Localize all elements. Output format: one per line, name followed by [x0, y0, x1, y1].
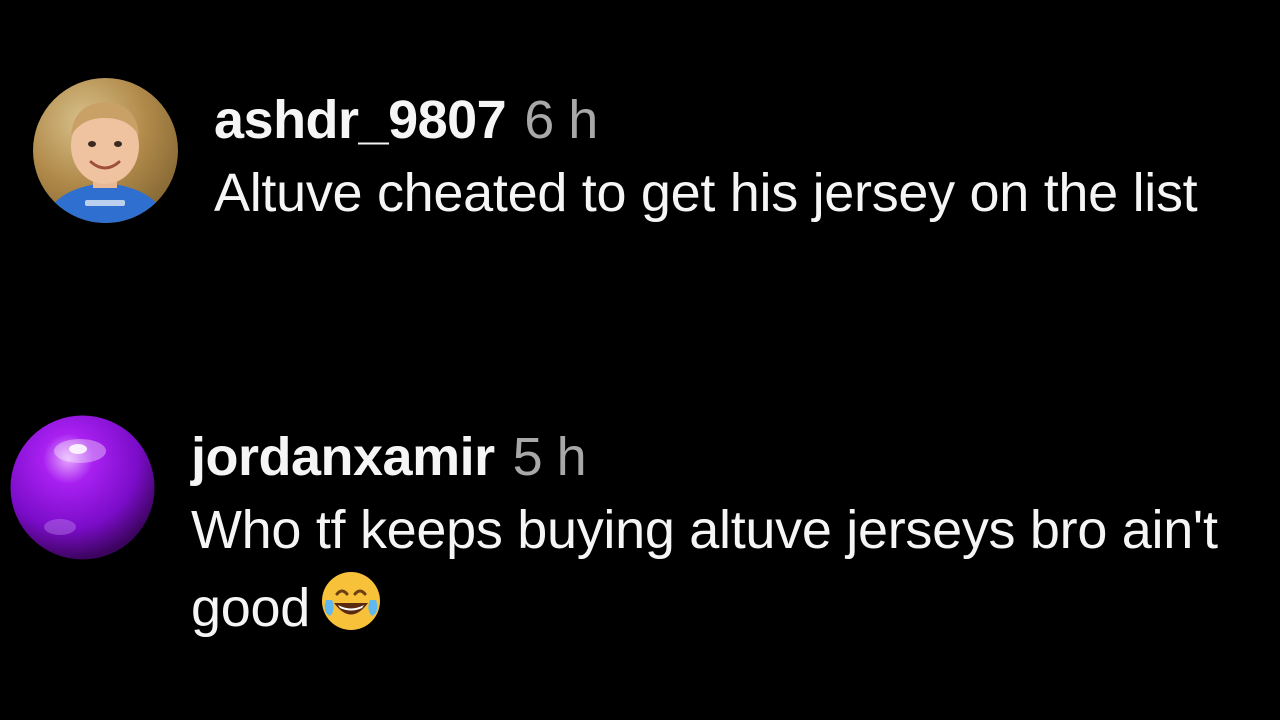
- purple-orb-avatar-icon[interactable]: [10, 415, 155, 560]
- timestamp: 6 h: [524, 90, 598, 150]
- child-photo-avatar-icon[interactable]: [33, 78, 178, 223]
- comment-item: ashdr_9807 6 h Altuve cheated to get his…: [33, 78, 1254, 232]
- username-link[interactable]: jordanxamir: [191, 427, 495, 487]
- username-link[interactable]: ashdr_9807: [214, 90, 507, 150]
- comment-text: Altuve cheated to get his jersey on the …: [214, 163, 1198, 223]
- timestamp: 5 h: [512, 427, 587, 487]
- comment-body: jordanxamir 5 h Who tf keeps buying altu…: [191, 427, 1251, 653]
- comment-body: ashdr_9807 6 h Altuve cheated to get his…: [214, 90, 1254, 232]
- comment-meta: jordanxamir 5 h: [191, 427, 1251, 487]
- comment-text: Who tf keeps buying altuve jerseys bro a…: [191, 491, 1251, 653]
- comment-meta: ashdr_9807 6 h: [214, 90, 1254, 150]
- comment-item: jordanxamir 5 h Who tf keeps buying altu…: [10, 415, 1251, 653]
- face-with-tears-of-joy-icon: [320, 570, 382, 653]
